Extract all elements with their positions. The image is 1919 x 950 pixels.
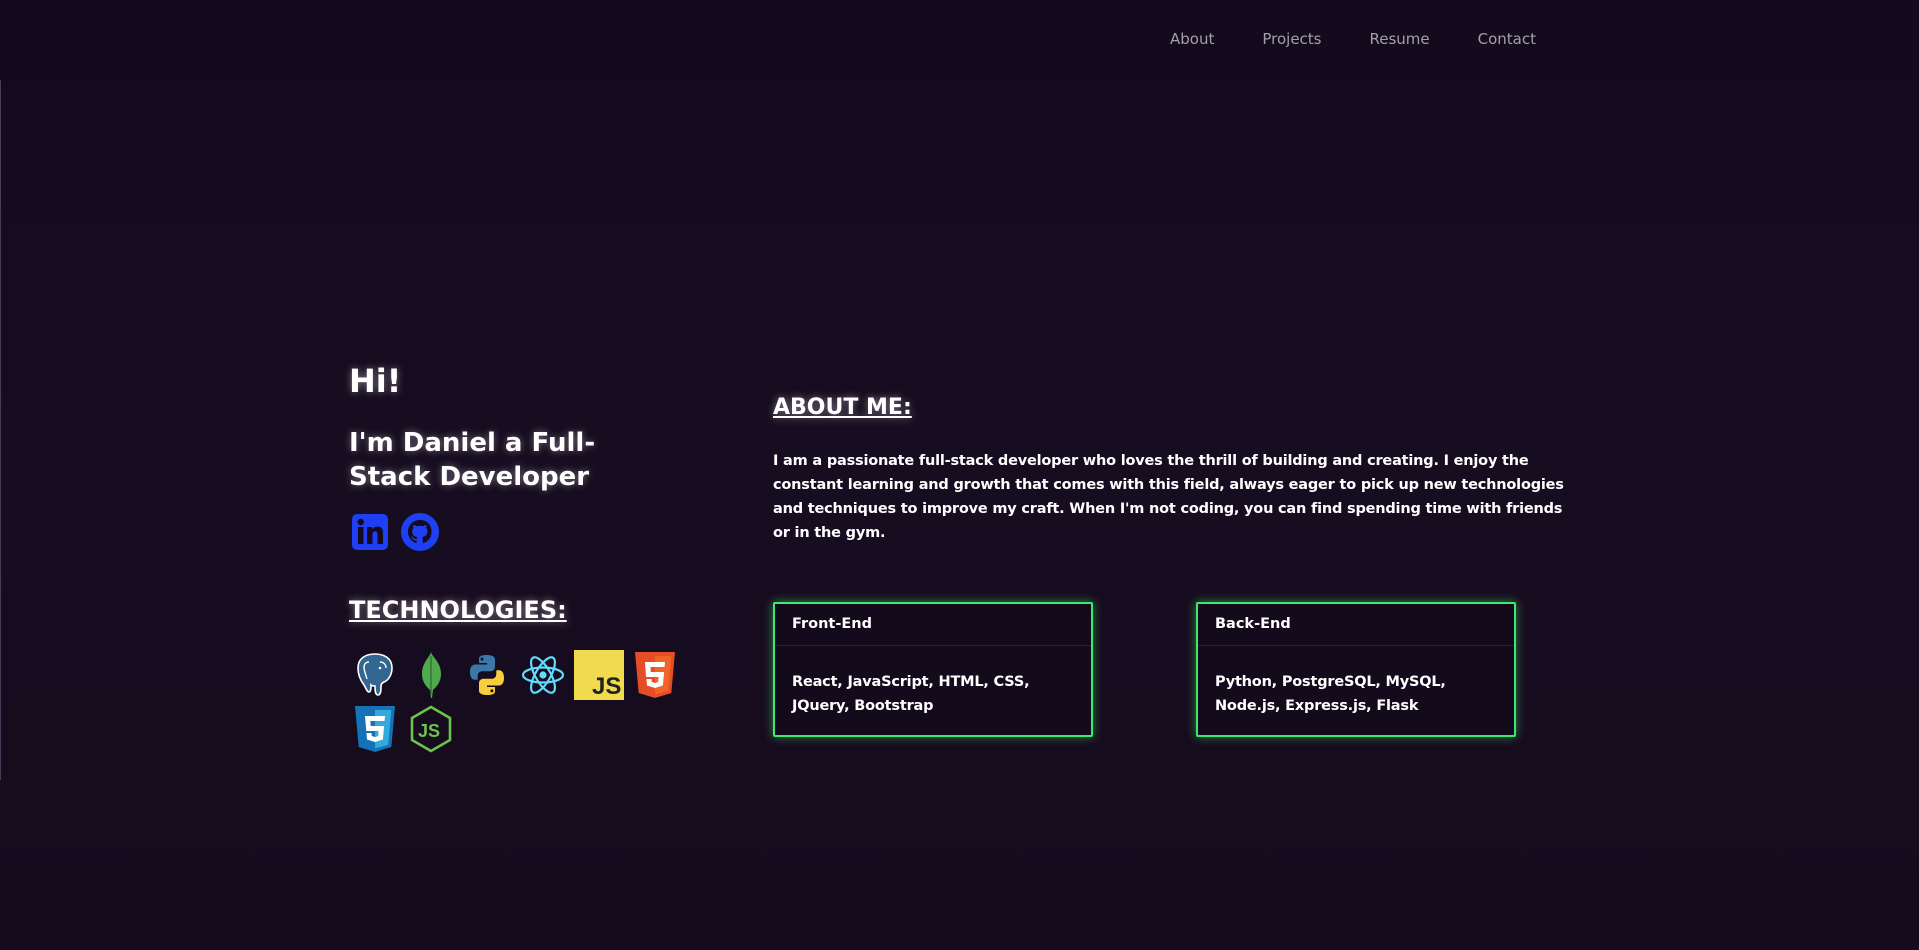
left-divider (0, 80, 1, 780)
nodejs-icon: JS (410, 705, 452, 753)
about-heading: ABOUT ME: (773, 395, 912, 420)
about-paragraph: I am a passionate full-stack developer w… (773, 453, 1564, 541)
python-icon (470, 655, 504, 695)
svg-text:JS: JS (418, 721, 440, 741)
intro-heading: I'm Daniel a Full-Stack Developer (349, 428, 596, 492)
javascript-icon: JS (574, 650, 624, 700)
github-icon[interactable] (400, 512, 440, 552)
greeting-heading: Hi! (349, 362, 402, 400)
technologies-heading: TECHNOLOGIES: (349, 596, 567, 624)
front-end-card-body: React, JavaScript, HTML, CSS, JQuery, Bo… (792, 674, 1030, 714)
nav-about-link[interactable]: About (1170, 30, 1214, 48)
top-nav: About Projects Resume Contact (1170, 30, 1536, 48)
nav-projects-link[interactable]: Projects (1262, 30, 1321, 48)
back-end-card: Back-End Python, PostgreSQL, MySQL, Node… (1196, 602, 1516, 737)
back-end-card-title: Back-End (1198, 604, 1514, 646)
front-end-card: Front-End React, JavaScript, HTML, CSS, … (773, 602, 1093, 737)
nav-contact-link[interactable]: Contact (1478, 30, 1536, 48)
mongodb-icon (422, 652, 441, 698)
linkedin-icon[interactable] (350, 512, 390, 552)
postgresql-icon (357, 653, 393, 696)
html5-icon (635, 652, 675, 698)
front-end-card-title: Front-End (775, 604, 1091, 646)
nav-resume-link[interactable]: Resume (1370, 30, 1430, 48)
social-links (350, 512, 440, 552)
react-icon (521, 656, 565, 694)
back-end-card-body: Python, PostgreSQL, MySQL, Node.js, Expr… (1215, 674, 1446, 714)
svg-text:JS: JS (592, 673, 621, 700)
page: About Projects Resume Contact Hi! I'm Da… (0, 0, 1919, 950)
technology-icons: JS JS (350, 650, 680, 754)
css3-icon (355, 706, 395, 752)
